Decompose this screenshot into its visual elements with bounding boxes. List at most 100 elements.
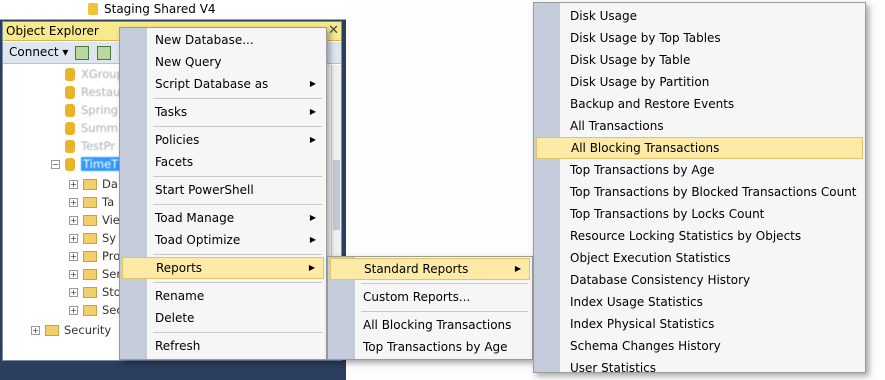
menu-item-disk-usage[interactable]: Disk Usage <box>536 5 863 27</box>
menu-item-policies[interactable]: Policies ▶ <box>122 129 324 151</box>
expand-icon[interactable]: + <box>69 234 78 243</box>
tree-item-label: Ta <box>102 195 115 209</box>
menu-item-backup-and-restore-events[interactable]: Backup and Restore Events <box>536 93 863 115</box>
menu-item-top-transactions-by-locks-count[interactable]: Top Transactions by Locks Count <box>536 203 863 225</box>
menu-item-label: Top Transactions by Age <box>363 340 508 354</box>
menu-item-label: Backup and Restore Events <box>570 97 735 111</box>
menu-item-disk-usage-by-partition[interactable]: Disk Usage by Partition <box>536 71 863 93</box>
menu-item-disk-usage-by-top-tables[interactable]: Disk Usage by Top Tables <box>536 27 863 49</box>
tree-item[interactable]: TestPr <box>51 139 115 157</box>
database-icon <box>65 104 75 117</box>
tree-item-staging-shared[interactable]: Staging Shared V4 <box>104 2 216 16</box>
menu-item-script-database-as[interactable]: Script Database as ▶ <box>122 73 324 95</box>
menu-item-label: Database Consistency History <box>570 273 751 287</box>
tree-item[interactable]: − TimeT <box>51 157 121 175</box>
tree-item-label: TimeT <box>81 157 121 171</box>
expand-icon[interactable]: + <box>69 198 78 207</box>
database-icon <box>65 68 75 81</box>
menu-item-facets[interactable]: Facets <box>122 151 324 173</box>
menu-item-all-blocking-transactions[interactable]: All Blocking Transactions <box>330 314 530 336</box>
menu-item-resource-locking-statistics-by-objects[interactable]: Resource Locking Statistics by Objects <box>536 225 863 247</box>
menu-item-disk-usage-by-table[interactable]: Disk Usage by Table <box>536 49 863 71</box>
menu-item-object-execution-statistics[interactable]: Object Execution Statistics <box>536 247 863 269</box>
scrollbar-thumb[interactable] <box>333 160 340 230</box>
menu-item-label: Rename <box>155 289 205 303</box>
tree-item[interactable]: + Sy <box>69 231 116 249</box>
folder-icon <box>83 269 97 280</box>
connect-server-icon[interactable] <box>75 46 89 60</box>
disconnect-icon[interactable] <box>97 46 111 60</box>
collapse-icon[interactable]: − <box>51 160 60 169</box>
expand-icon[interactable]: + <box>69 288 78 297</box>
menu-item-label: Toad Manage <box>155 211 235 225</box>
submenu-arrow-icon: ▶ <box>309 135 316 144</box>
tree-item[interactable]: + Sto <box>69 285 121 303</box>
menu-item-label: Facets <box>155 155 194 169</box>
close-icon[interactable]: ✕ <box>328 23 339 38</box>
menu-item-label: All Blocking Transactions <box>363 318 512 332</box>
expand-icon[interactable]: + <box>31 326 40 335</box>
menu-item-label: Start PowerShell <box>155 183 254 197</box>
menu-item-label: Delete <box>155 311 195 325</box>
tree-item[interactable]: + Pro <box>69 249 120 267</box>
menu-item-custom-reports[interactable]: Custom Reports... <box>330 286 530 308</box>
menu-item-new-database[interactable]: New Database... <box>122 29 324 51</box>
menu-item-all-blocking-transactions[interactable]: All Blocking Transactions <box>536 137 863 159</box>
tree-item-label: Spring <box>81 103 119 117</box>
menu-separator <box>361 283 528 284</box>
tree-item[interactable]: + Ser <box>69 267 121 285</box>
menu-item-refresh[interactable]: Refresh <box>122 335 324 357</box>
menu-item-start-powershell[interactable]: Start PowerShell <box>122 179 324 201</box>
tree-item[interactable]: Spring <box>51 103 118 121</box>
menu-item-new-query[interactable]: New Query <box>122 51 324 73</box>
folder-icon <box>83 197 97 208</box>
menu-item-standard-reports[interactable]: Standard Reports ▶ <box>330 258 530 280</box>
tree-item[interactable]: Restau <box>51 85 120 103</box>
menu-item-rename[interactable]: Rename <box>122 285 324 307</box>
tree-item-label: Pro <box>102 249 121 263</box>
expand-icon[interactable]: + <box>69 180 78 189</box>
menu-item-index-usage-statistics[interactable]: Index Usage Statistics <box>536 291 863 313</box>
menu-item-label: Index Usage Statistics <box>570 295 703 309</box>
expand-icon[interactable]: + <box>69 306 78 315</box>
menu-separator <box>153 254 322 255</box>
expand-icon[interactable]: + <box>69 270 78 279</box>
folder-icon <box>45 325 59 336</box>
tree-item-label: Restau <box>81 85 121 99</box>
menu-item-top-transactions-by-blocked-transactions-count[interactable]: Top Transactions by Blocked Transactions… <box>536 181 863 203</box>
menu-separator <box>153 98 322 99</box>
tree-item[interactable]: XGroup <box>51 67 124 85</box>
tree-item[interactable]: + Vie <box>69 213 120 231</box>
menu-item-index-physical-statistics[interactable]: Index Physical Statistics <box>536 313 863 335</box>
menu-separator <box>153 176 322 177</box>
menu-item-schema-changes-history[interactable]: Schema Changes History <box>536 335 863 357</box>
connect-button[interactable]: Connect ▾ <box>9 45 68 59</box>
menu-item-label: Object Execution Statistics <box>570 251 731 265</box>
tree-item-label: Sy <box>102 231 117 245</box>
menu-item-top-transactions-by-age[interactable]: Top Transactions by Age <box>330 336 530 358</box>
tree-item[interactable]: Summ <box>51 121 118 139</box>
tree-item[interactable]: + Sec <box>69 303 123 321</box>
menu-separator <box>153 332 322 333</box>
expand-icon[interactable]: + <box>69 216 78 225</box>
menu-item-reports[interactable]: Reports ▶ <box>122 257 324 279</box>
tree-item[interactable]: + Ta <box>69 195 114 213</box>
database-context-menu: New Database... New Query Script Database … <box>119 27 327 360</box>
menu-item-top-transactions-by-age[interactable]: Top Transactions by Age <box>536 159 863 181</box>
menu-separator <box>153 282 322 283</box>
menu-item-all-transactions[interactable]: All Transactions <box>536 115 863 137</box>
menu-item-tasks[interactable]: Tasks ▶ <box>122 101 324 123</box>
submenu-arrow-icon: ▶ <box>309 235 316 244</box>
tree-item[interactable]: + Da <box>69 177 118 195</box>
tree-item[interactable]: + Security <box>31 323 111 341</box>
standard-reports-submenu: Disk Usage Disk Usage by Top Tables Disk U… <box>533 2 866 375</box>
menu-item-toad-optimize[interactable]: Toad Optimize ▶ <box>122 229 324 251</box>
menu-item-toad-manage[interactable]: Toad Manage ▶ <box>122 207 324 229</box>
menu-item-label: User Statistics <box>570 361 657 375</box>
submenu-arrow-icon: ▶ <box>309 213 316 222</box>
menu-item-delete[interactable]: Delete <box>122 307 324 329</box>
menu-item-label: Top Transactions by Blocked Transactions… <box>570 185 857 199</box>
menu-item-user-statistics[interactable]: User Statistics <box>536 357 863 379</box>
expand-icon[interactable]: + <box>69 252 78 261</box>
menu-item-database-consistency-history[interactable]: Database Consistency History <box>536 269 863 291</box>
